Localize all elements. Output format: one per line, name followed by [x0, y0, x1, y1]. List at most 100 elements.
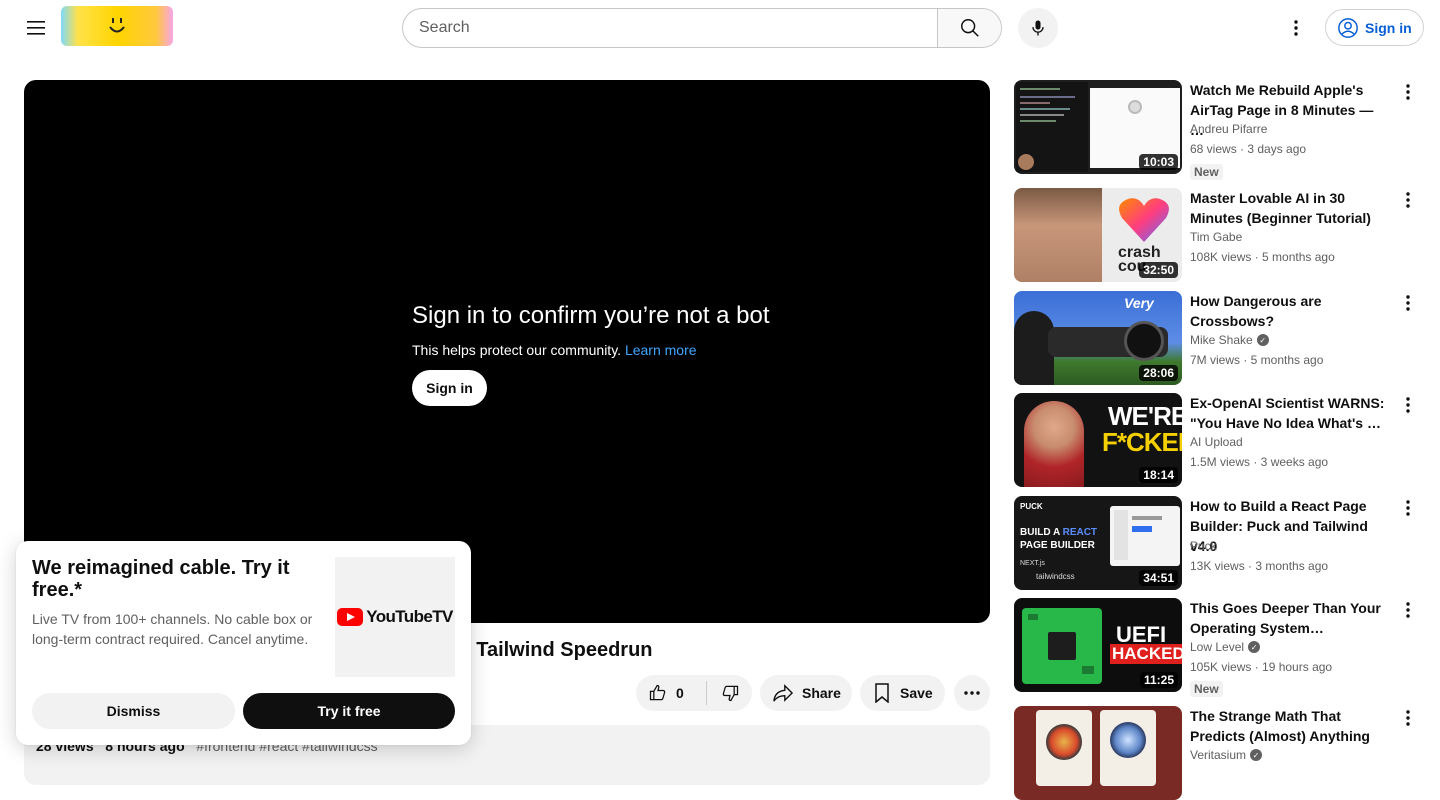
- share-label: Share: [802, 685, 841, 701]
- recommendation-item[interactable]: Very 28:06 How Dangerous are Crossbows? …: [1014, 291, 1424, 387]
- share-icon: [773, 684, 794, 702]
- like-dislike-group: 0: [636, 675, 752, 711]
- kebab-icon[interactable]: [1398, 600, 1418, 620]
- person-graphic: [1014, 188, 1102, 282]
- thumbs-up-icon: [649, 684, 666, 701]
- recommendation-item[interactable]: PUCK BUILD A REACT PAGE BUILDER NEXT.js …: [1014, 496, 1424, 592]
- voice-search-button[interactable]: [1018, 8, 1058, 48]
- learn-more-link[interactable]: Learn more: [625, 342, 697, 358]
- video-thumbnail[interactable]: [1014, 706, 1182, 800]
- channel-name-text: Low Level: [1190, 640, 1245, 654]
- new-badge: New: [1190, 681, 1223, 697]
- channel-name-text: Puck: [1190, 539, 1217, 553]
- channel-name[interactable]: Tim Gabe: [1190, 230, 1242, 244]
- video-duration: 18:14: [1139, 467, 1178, 483]
- builder-ui-graphic: [1110, 506, 1180, 566]
- youtube-tv-logo: YouTubeTV: [335, 557, 455, 677]
- top-bar: Sign in: [0, 0, 1440, 56]
- recommendation-item[interactable]: crash cou 32:50 Master Lovable AI in 30 …: [1014, 188, 1424, 284]
- dismiss-button[interactable]: Dismiss: [32, 693, 235, 729]
- video-thumbnail[interactable]: crash cou 32:50: [1014, 188, 1182, 282]
- thumbnail-text: PUCK: [1020, 502, 1043, 511]
- kebab-icon[interactable]: [1398, 190, 1418, 210]
- recommendation-item[interactable]: WE'RE F*CKED 18:14 Ex-OpenAI Scientist W…: [1014, 393, 1424, 489]
- kebab-icon[interactable]: [1398, 293, 1418, 313]
- video-meta: 105K views · 19 hours ago: [1190, 660, 1333, 674]
- search-button[interactable]: [937, 9, 1001, 47]
- bot-check-title: Sign in to confirm you’re not a bot: [412, 302, 770, 329]
- settings-kebab-icon[interactable]: [1284, 16, 1308, 40]
- video-title[interactable]: This Goes Deeper Than Your Operating Sys…: [1190, 598, 1390, 638]
- video-thumbnail[interactable]: PUCK BUILD A REACT PAGE BUILDER NEXT.js …: [1014, 496, 1182, 590]
- channel-name[interactable]: AI Upload: [1190, 435, 1243, 449]
- kebab-icon[interactable]: [1398, 498, 1418, 518]
- video-title[interactable]: How to Build a React Page Builder: Puck …: [1190, 496, 1390, 556]
- share-button[interactable]: Share: [760, 675, 852, 711]
- thumbnail-text-line: BUILD A: [1020, 527, 1060, 538]
- menu-icon[interactable]: [24, 16, 48, 40]
- card-graphic: [1100, 710, 1156, 786]
- video-thumbnail[interactable]: Very 28:06: [1014, 291, 1182, 385]
- account-icon: [1338, 17, 1358, 38]
- more-actions-button[interactable]: [954, 675, 990, 711]
- card-graphic: [1036, 710, 1092, 786]
- bookmark-icon: [875, 683, 889, 703]
- search-icon: [960, 19, 979, 37]
- video-duration: 28:06: [1139, 365, 1178, 381]
- channel-name-text: AI Upload: [1190, 435, 1243, 449]
- thumbnail-text: tailwindcss: [1036, 572, 1075, 581]
- video-duration: 34:51: [1139, 570, 1178, 586]
- player-signin-button[interactable]: Sign in: [412, 370, 487, 406]
- thumbnail-text: HACKED: [1110, 644, 1182, 664]
- channel-name[interactable]: Low Level ✓: [1190, 640, 1261, 654]
- video-duration: 32:50: [1139, 262, 1178, 278]
- like-count: 0: [676, 685, 684, 701]
- signin-button[interactable]: Sign in: [1325, 9, 1424, 46]
- circuit-board-graphic: [1022, 608, 1102, 684]
- save-label: Save: [900, 685, 933, 701]
- kebab-icon[interactable]: [1398, 82, 1418, 102]
- recommendation-item[interactable]: UEFI HACKED 11:25 This Goes Deeper Than …: [1014, 598, 1424, 698]
- promo-title: We reimagined cable. Try it free.*: [32, 557, 290, 601]
- recommendation-item[interactable]: The Strange Math That Predicts (Almost) …: [1014, 706, 1424, 800]
- youtube-play-icon: [337, 608, 364, 626]
- video-title[interactable]: How Dangerous are Crossbows?: [1190, 291, 1390, 331]
- channel-name[interactable]: Veritasium ✓: [1190, 748, 1263, 762]
- channel-name[interactable]: Puck: [1190, 539, 1217, 553]
- person-graphic: [1024, 401, 1084, 487]
- promo-subtitle: Live TV from 100+ channels. No cable box…: [32, 611, 313, 647]
- save-button[interactable]: Save: [860, 675, 945, 711]
- channel-name-text: Andreu Pifarre: [1190, 122, 1268, 136]
- video-thumbnail[interactable]: 10:03: [1014, 80, 1182, 174]
- recommendation-item[interactable]: 10:03 Watch Me Rebuild Apple's AirTag Pa…: [1014, 80, 1424, 180]
- video-meta: 7M views · 5 months ago: [1190, 353, 1324, 367]
- thumbnail-text: F*CKED: [1102, 427, 1182, 457]
- kebab-icon[interactable]: [1398, 395, 1418, 415]
- video-meta: 13K views · 3 months ago: [1190, 559, 1329, 573]
- smiley-icon: [109, 18, 125, 33]
- channel-name[interactable]: Andreu Pifarre: [1190, 122, 1267, 136]
- dislike-button[interactable]: [707, 675, 752, 711]
- video-title[interactable]: Ex-OpenAI Scientist WARNS: "You Have No …: [1190, 393, 1390, 433]
- bot-check-subtitle: This helps protect our community. Learn …: [412, 342, 770, 358]
- channel-name-text: Veritasium: [1190, 748, 1247, 762]
- video-duration: 10:03: [1139, 154, 1178, 170]
- video-title[interactable]: The Strange Math That Predicts (Almost) …: [1190, 706, 1390, 746]
- video-meta: 1.5M views · 3 weeks ago: [1190, 455, 1329, 469]
- bot-check-message: Sign in to confirm you’re not a bot This…: [412, 300, 770, 406]
- verified-icon: ✓: [1248, 641, 1261, 653]
- thumbnail-text: Very: [1124, 295, 1154, 311]
- video-thumbnail[interactable]: WE'RE F*CKED 18:14: [1014, 393, 1182, 487]
- channel-name-text: Tim Gabe: [1190, 230, 1243, 244]
- search-input[interactable]: [403, 9, 937, 47]
- kebab-icon[interactable]: [1398, 708, 1418, 728]
- video-thumbnail[interactable]: UEFI HACKED 11:25: [1014, 598, 1182, 692]
- microphone-icon: [1032, 20, 1044, 36]
- like-button[interactable]: 0: [636, 675, 706, 711]
- video-title[interactable]: Master Lovable AI in 30 Minutes (Beginne…: [1190, 188, 1390, 228]
- signin-label: Sign in: [1365, 19, 1412, 36]
- channel-name[interactable]: Mike Shake ✓: [1190, 333, 1269, 347]
- heart-icon: [1119, 198, 1169, 242]
- try-free-button[interactable]: Try it free: [243, 693, 455, 729]
- logo[interactable]: [61, 6, 173, 46]
